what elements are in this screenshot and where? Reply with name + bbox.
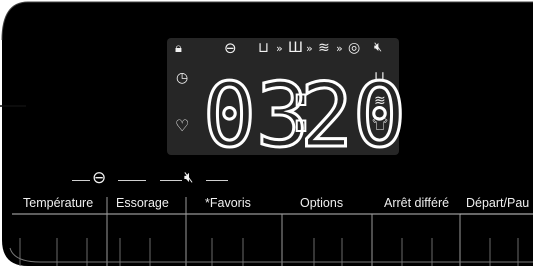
time-minutes: 20 [299,64,408,167]
spin-drum-icon: ⊖ [224,39,237,57]
symbol-line [72,180,90,181]
mute-icon: 🔇︎ [184,168,194,186]
delay-clock-icon: ◷ [176,70,189,86]
arrow-icon: » [276,42,283,55]
temperature-button[interactable] [12,190,106,252]
symbol-line [206,180,228,181]
options-button[interactable] [283,190,371,252]
symbol-line [118,180,146,181]
favoris-button[interactable] [187,190,281,252]
mute-icon: 🔇︎ [374,40,383,55]
control-panel: 🔒︎ ⊖ ⊔ » Ш » ≋ » ◎ 🔇︎ ◷ ♡ ⊔ ≋ 👕︎ 03 : 20… [0,0,533,266]
depart-pause-button[interactable] [461,190,533,252]
wash-step-icon: Ш [288,40,303,56]
wash-basin-icon: ⊔ [258,40,269,56]
symbol-line [160,180,182,181]
rinse-icon: ≋ [318,40,330,56]
arrow-icon: » [336,42,343,55]
child-lock-icon: 🔒︎ [175,41,182,56]
spin-icon: ◎ [348,40,361,56]
favorite-heart-icon: ♡ [175,116,190,135]
spin-drum-icon: ⊖ [92,168,107,188]
essorage-button[interactable] [108,190,185,252]
arrow-icon: » [306,42,313,55]
arret-differe-button[interactable] [373,190,459,252]
